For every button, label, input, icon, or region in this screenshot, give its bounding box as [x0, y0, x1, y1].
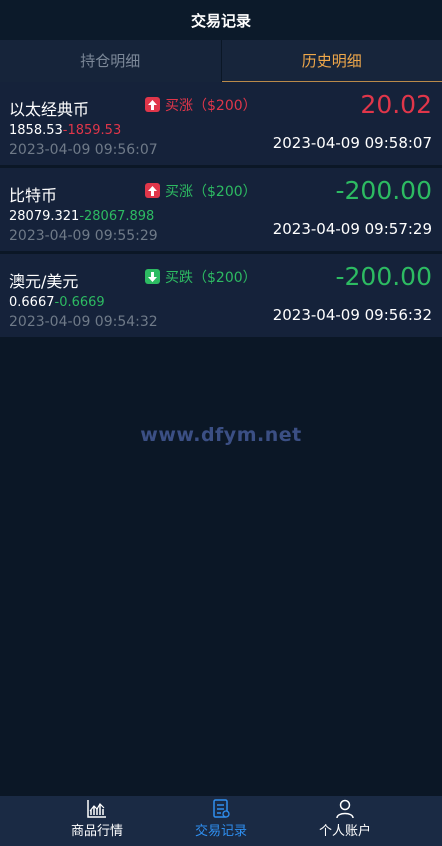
user-icon: [336, 799, 354, 819]
close-price: -1859.53: [62, 123, 122, 138]
tab-positions-label: 持仓明细: [80, 52, 141, 70]
open-time: 2023-04-09 09:56:07: [9, 142, 158, 158]
app-screen: 交易记录 持仓明细 历史明细 以太经典币 买涨（$200） 1858.53-18…: [0, 0, 442, 846]
arrow-down-icon: [145, 269, 160, 284]
close-time: 2023-04-09 09:57:29: [272, 220, 432, 238]
open-price: 1858.53: [9, 123, 63, 138]
watermark: www.dfym.net: [140, 424, 302, 446]
open-price: 0.6667: [9, 295, 55, 310]
close-time: 2023-04-09 09:56:32: [272, 306, 432, 324]
bottom-nav: 商品行情 交易记录 个人账户: [0, 796, 442, 846]
history-list: 以太经典币 买涨（$200） 1858.53-1859.53 2023-04-0…: [0, 82, 442, 337]
arrow-up-icon: [145, 183, 160, 198]
nav-market[interactable]: 商品行情: [35, 796, 159, 846]
chart-icon: [87, 800, 106, 818]
trade-direction: 买涨（$200）: [165, 184, 257, 200]
price-range: 1858.53-1859.53: [9, 123, 121, 138]
tab-positions[interactable]: 持仓明细: [0, 40, 221, 82]
profit-loss: 20.02: [360, 90, 432, 119]
product-name: 澳元/美元: [9, 272, 79, 291]
product-name: 以太经典币: [9, 100, 90, 119]
tab-history-label: 历史明细: [301, 52, 362, 70]
profit-loss: -200.00: [335, 262, 433, 291]
page-title: 交易记录: [190, 11, 251, 30]
list-item[interactable]: 澳元/美元 买跌（$200） 0.6667-0.6669 2023-04-09 …: [0, 254, 442, 337]
close-time: 2023-04-09 09:58:07: [272, 134, 432, 152]
page-header: 交易记录: [0, 0, 442, 40]
close-price: -28067.898: [79, 209, 155, 224]
record-tabs: 持仓明细 历史明细: [0, 40, 442, 82]
arrow-up-icon: [145, 97, 160, 112]
open-price: 28079.321: [9, 209, 80, 224]
open-time: 2023-04-09 09:55:29: [9, 228, 158, 244]
profit-loss: -200.00: [335, 176, 433, 205]
close-price: -0.6669: [54, 295, 105, 310]
nav-records-label: 交易记录: [194, 824, 247, 839]
open-time: 2023-04-09 09:54:32: [9, 314, 158, 330]
nav-account-label: 个人账户: [318, 824, 371, 839]
product-name: 比特币: [9, 186, 58, 205]
trade-direction: 买跌（$200）: [165, 270, 257, 286]
price-range: 28079.321-28067.898: [9, 209, 154, 224]
price-range: 0.6667-0.6669: [9, 295, 105, 310]
nav-market-label: 商品行情: [70, 824, 123, 839]
tab-history[interactable]: 历史明细: [221, 40, 442, 82]
document-icon: [213, 799, 230, 818]
trade-direction: 买涨（$200）: [165, 98, 257, 114]
nav-account[interactable]: 个人账户: [283, 796, 407, 846]
list-item[interactable]: 比特币 买涨（$200） 28079.321-28067.898 2023-04…: [0, 168, 442, 251]
list-item[interactable]: 以太经典币 买涨（$200） 1858.53-1859.53 2023-04-0…: [0, 82, 442, 165]
nav-records[interactable]: 交易记录: [159, 796, 283, 846]
